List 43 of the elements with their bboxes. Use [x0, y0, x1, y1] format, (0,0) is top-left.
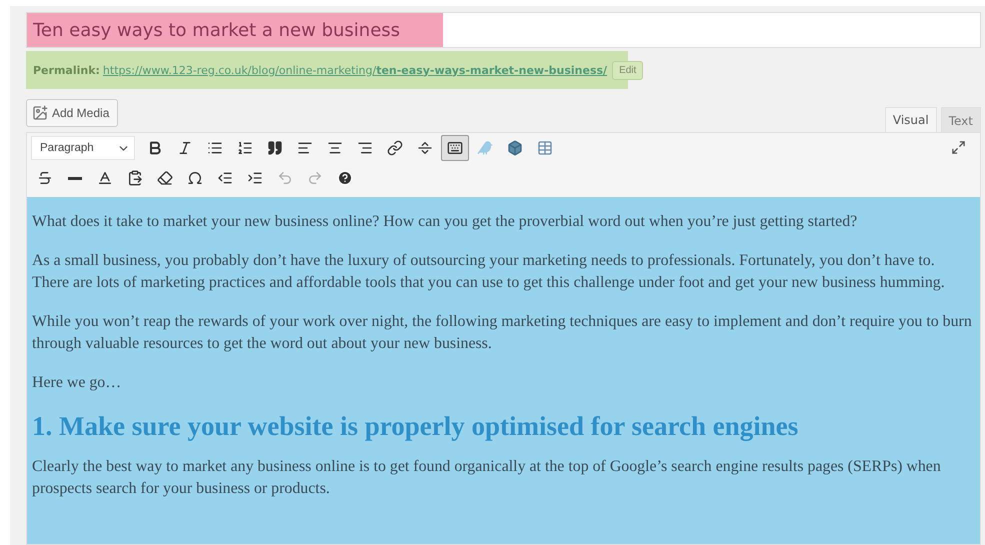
format-dropdown[interactable]: Paragraph [31, 136, 135, 160]
read-more-icon [417, 140, 433, 156]
title-input[interactable]: Ten easy ways to market a new business [27, 13, 443, 47]
quote-icon [267, 140, 283, 156]
editor-tab[interactable]: Visual [884, 107, 937, 133]
title-field[interactable]: Ten easy ways to market a new business [26, 12, 981, 48]
italic-icon [177, 140, 193, 156]
align-center-icon [327, 140, 343, 156]
keyboard-button[interactable] [441, 135, 469, 161]
paragraph: Here we go… [32, 373, 122, 393]
bold-icon [147, 140, 163, 156]
media-icon [32, 105, 48, 121]
eraser-icon [157, 170, 173, 186]
paragraph: While you won’t reap the rewards of your work over night, the following marketing techniques are easy to implement and don’t require you to burn through valuable resources to get the word out about your new business. [32, 312, 973, 354]
strikethrough-icon [37, 170, 53, 186]
redo-icon [307, 170, 323, 186]
align-left-icon [297, 140, 313, 156]
align-right-icon [357, 140, 373, 156]
editor-content[interactable] [27, 197, 980, 544]
table-icon [537, 140, 553, 156]
paragraph: Clearly the best way to market any business online is to get found organically at the top of Google’s search engine results pages (SERPs) when prospects search for your business or products. [32, 457, 942, 499]
text-color-icon [97, 170, 113, 186]
omega-icon [187, 170, 203, 186]
permalink-link[interactable]: https://www.123-reg.co.uk/blog/online-marketing/ten-easy-ways-market-new-business/ [102, 64, 608, 76]
link-icon [387, 140, 403, 156]
numbered-list-icon [237, 140, 253, 156]
add-media-button[interactable]: Add Media [26, 99, 118, 127]
undo-icon [277, 170, 293, 186]
paragraph: What does it take to market your new business online? How can you get the proverbial word out when you’re just getting started? [32, 212, 858, 232]
indent-icon [247, 170, 263, 186]
bulleted-list-icon [207, 140, 223, 156]
outdent-icon [217, 170, 233, 186]
paste-icon [127, 170, 143, 186]
cube-icon [507, 140, 523, 156]
bird-icon [477, 140, 493, 156]
help-icon [337, 170, 353, 186]
section-heading: 1. Make sure your website is properly optimised for search engines [32, 411, 800, 441]
keyboard-icon [447, 140, 463, 156]
editor-tab[interactable]: Text [940, 107, 981, 133]
edit-button[interactable]: Edit [612, 60, 644, 80]
paragraph: As a small business, you probably don’t have the luxury of outsourcing your marketing needs to professionals. Fortunately, you don’t have to. There are lots of marketing practices and affordable tools that you can use to get this challenge under foot and get your new business humming. [32, 251, 946, 293]
expand-icon [950, 140, 966, 154]
permalink-label: Permalink: [33, 64, 100, 76]
